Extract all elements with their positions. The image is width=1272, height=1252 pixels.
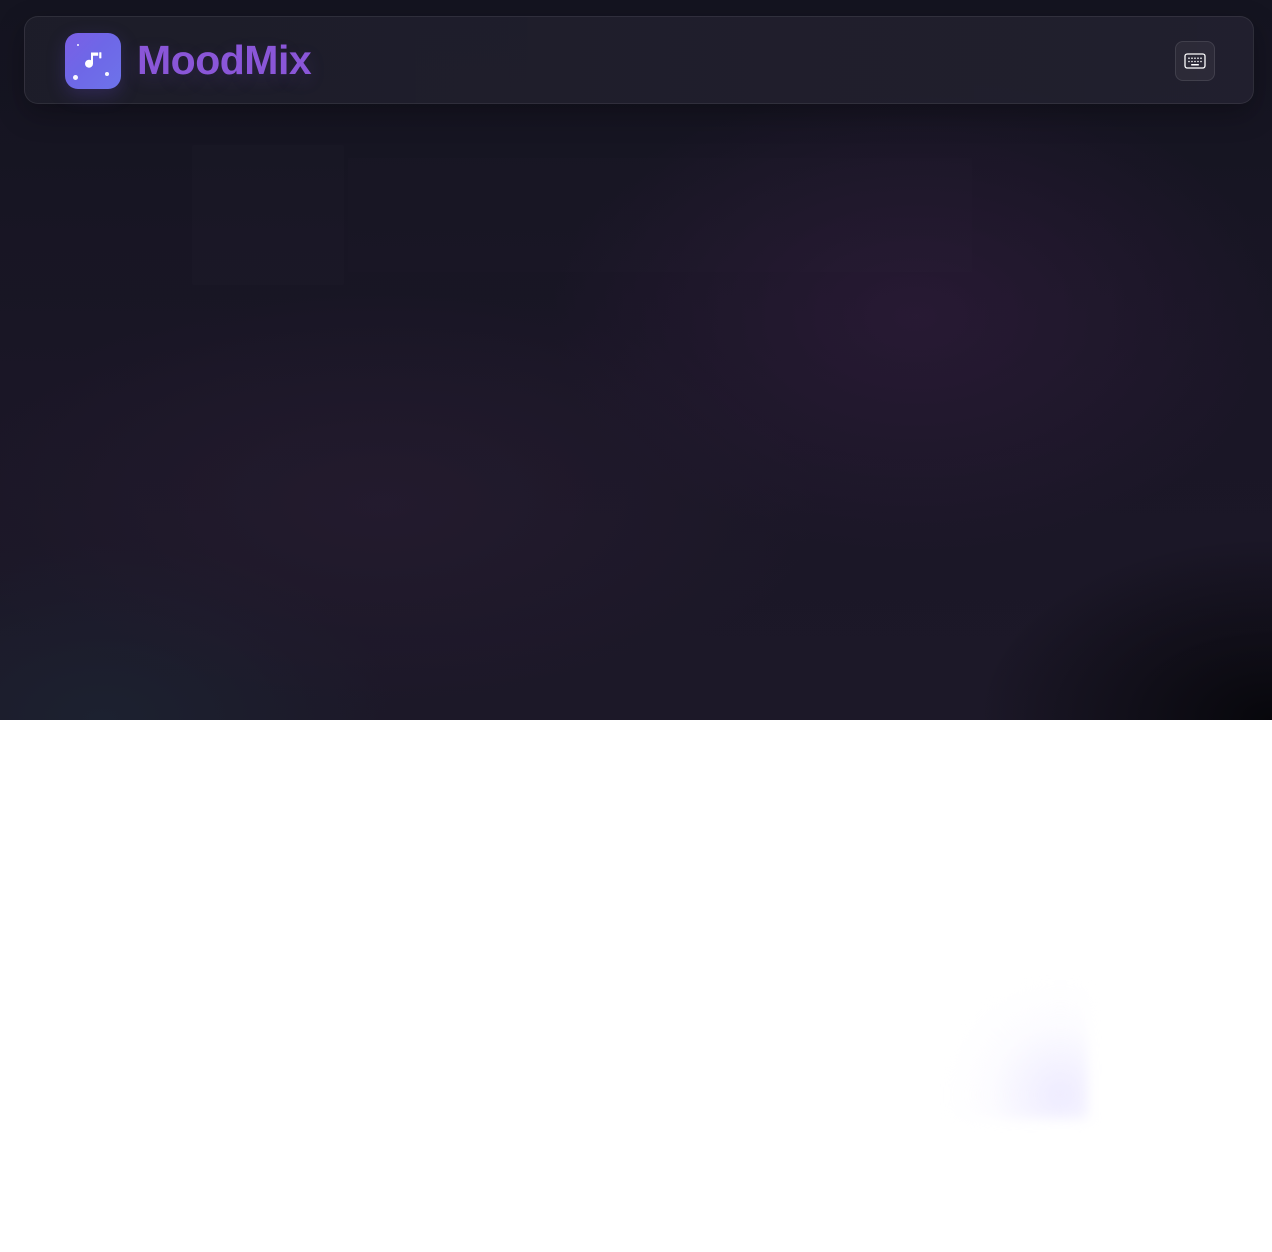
keyboard-icon <box>1184 53 1206 69</box>
app-logo <box>65 33 121 89</box>
top-bar: MoodMix <box>24 16 1254 104</box>
keyboard-shortcuts-button[interactable] <box>1175 41 1215 81</box>
app-background: MoodMix <box>0 0 1272 720</box>
background-haze <box>340 150 980 280</box>
background-panel <box>192 145 344 285</box>
sparkle-icon <box>73 75 78 80</box>
app-root: MoodMix <box>0 0 1272 1252</box>
sparkle-icon <box>77 44 79 46</box>
app-title: MoodMix <box>137 36 312 83</box>
music-note-icon <box>85 52 102 68</box>
sparkle-icon <box>105 72 109 76</box>
brand: MoodMix <box>65 33 312 89</box>
decorative-glow <box>950 985 1088 1119</box>
